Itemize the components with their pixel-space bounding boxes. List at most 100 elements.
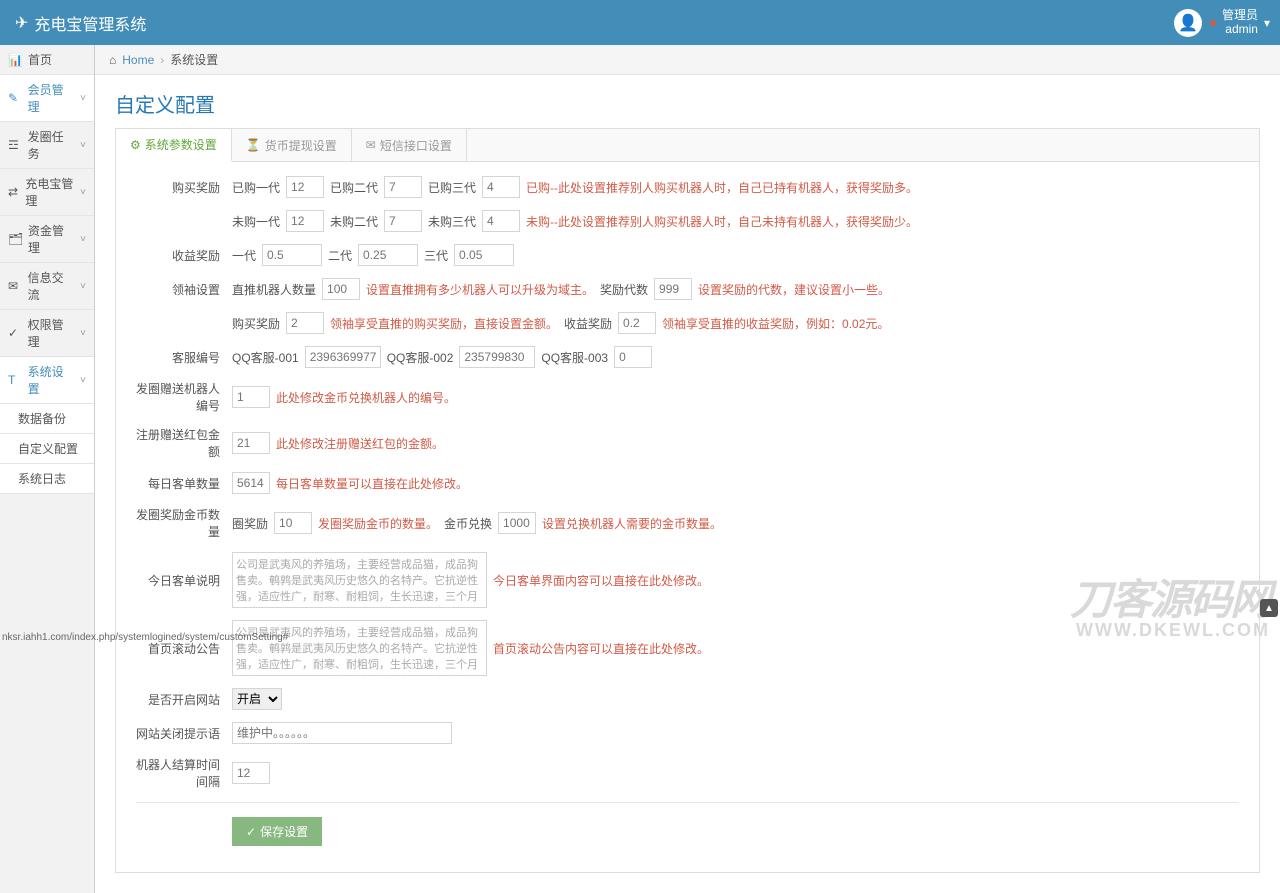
lbl: QQ客服-003 [541, 349, 608, 366]
label-qq: 客服编号 [136, 349, 226, 366]
nav-permission[interactable]: ✓权限管理˅ [0, 310, 94, 357]
label-daily-orders: 每日客单数量 [136, 475, 226, 492]
nav-label: 发圈任务 [28, 128, 75, 162]
sidebar: 📊首页 ✎会员管理˅ ☲发圈任务˅ ⇄充电宝管理˅ 🗂资金管理˅ ✉信息交流˅ … [0, 45, 95, 893]
input-profit-g3[interactable] [454, 244, 514, 266]
hint: 未购--此处设置推荐别人购买机器人时，自己未持有机器人，获得奖励少。 [526, 213, 918, 230]
input-circle-reward[interactable] [274, 512, 312, 534]
tab-label: 系统参数设置 [145, 136, 217, 153]
input-notbought-gen1[interactable] [286, 210, 324, 232]
hint: 领袖享受直推的收益奖励，例如：0.02元。 [662, 315, 889, 332]
input-leader-direct[interactable] [322, 278, 360, 300]
nav-system[interactable]: T系统设置˅ [0, 357, 94, 404]
subnav-custom-config[interactable]: 自定义配置 [0, 434, 94, 464]
input-profit-g1[interactable] [262, 244, 322, 266]
chevron-down-icon: ˅ [80, 93, 86, 104]
input-bought-gen2[interactable] [384, 176, 422, 198]
caret-down-icon: ▾ [1264, 16, 1270, 30]
hint: 此处修改注册赠送红包的金额。 [276, 435, 444, 452]
scroll-top-button[interactable]: ▲ [1260, 599, 1278, 617]
hint: 今日客单界面内容可以直接在此处修改。 [493, 572, 709, 589]
status-url: nksr.iahh1.com/index.php/systemlogined/s… [2, 632, 288, 643]
input-close-hint[interactable] [232, 722, 452, 744]
user-menu[interactable]: 👤 管理员 admin ▾ [1174, 9, 1270, 37]
label-settle-interval: 机器人结算时间间隔 [136, 756, 226, 790]
tab-label: 短信接口设置 [380, 137, 452, 154]
lbl: 一代 [232, 247, 256, 264]
input-leader-gen[interactable] [654, 278, 692, 300]
breadcrumb: ⌂ Home › 系统设置 [95, 45, 1280, 75]
shuffle-icon: ⇄ [8, 185, 19, 199]
label-buy-reward: 购买奖励 [136, 179, 226, 196]
input-qq3[interactable] [614, 346, 652, 368]
lbl: 未购二代 [330, 213, 378, 230]
nav-member[interactable]: ✎会员管理˅ [0, 75, 94, 122]
input-leader-profit[interactable] [618, 312, 656, 334]
check-icon: ✓ [246, 825, 256, 839]
lbl: 奖励代数 [600, 281, 648, 298]
nav-circle-task[interactable]: ☲发圈任务˅ [0, 122, 94, 169]
breadcrumb-home[interactable]: Home [122, 53, 154, 67]
label-close-hint: 网站关闭提示语 [136, 725, 226, 742]
input-notbought-gen2[interactable] [384, 210, 422, 232]
brand-text: 充电宝管理系统 [34, 11, 146, 35]
nav-label: 系统设置 [28, 363, 75, 397]
textarea-scroll-notice[interactable]: 公司是武夷风的养殖场，主要经营成品猫，成品狗售卖。鹌鹑是武夷风历史悠久的名特产。… [232, 620, 487, 676]
chevron-down-icon: ˅ [80, 234, 86, 245]
lbl: 已购三代 [428, 179, 476, 196]
nav-powerbank[interactable]: ⇄充电宝管理˅ [0, 169, 94, 216]
subnav-log[interactable]: 系统日志 [0, 464, 94, 494]
input-qq2[interactable] [459, 346, 535, 368]
home-icon: ⌂ [109, 53, 116, 67]
input-daily-orders[interactable] [232, 472, 270, 494]
select-site-open[interactable]: 开启 [232, 688, 282, 710]
nav-label: 数据备份 [18, 410, 66, 427]
input-gift-robot[interactable] [232, 386, 270, 408]
nav-home[interactable]: 📊首页 [0, 45, 94, 75]
input-qq1[interactable] [305, 346, 381, 368]
input-bought-gen1[interactable] [286, 176, 324, 198]
brand-icon: ✈ [15, 13, 28, 33]
hint: 领袖享受直推的购买奖励，直接设置金额。 [330, 315, 558, 332]
hint: 此处修改金币兑换机器人的编号。 [276, 389, 456, 406]
tab-label: 货币提现设置 [265, 137, 337, 154]
chevron-down-icon: ˅ [80, 328, 86, 339]
panel: ⚙系统参数设置 ⏳货币提现设置 ✉短信接口设置 购买奖励 已购一代 已购二代 已… [115, 128, 1260, 873]
text-icon: T [8, 373, 22, 387]
label-site-open: 是否开启网站 [136, 691, 226, 708]
nav-label: 自定义配置 [18, 440, 78, 457]
nav-label: 信息交流 [28, 269, 75, 303]
breadcrumb-sep: › [160, 53, 164, 67]
hint: 设置奖励的代数，建议设置小一些。 [698, 281, 890, 298]
input-reg-red[interactable] [232, 432, 270, 454]
input-bought-gen3[interactable] [482, 176, 520, 198]
input-settle-interval[interactable] [232, 762, 270, 784]
label-profit-reward: 收益奖励 [136, 247, 226, 264]
nav-funds[interactable]: 🗂资金管理˅ [0, 216, 94, 263]
nav-messages[interactable]: ✉信息交流˅ [0, 263, 94, 310]
lbl: 三代 [424, 247, 448, 264]
tab-system-params[interactable]: ⚙系统参数设置 [116, 129, 232, 162]
label-today-note: 今日客单说明 [136, 572, 226, 589]
tab-sms[interactable]: ✉短信接口设置 [352, 129, 467, 161]
label-reg-red: 注册赠送红包金额 [136, 426, 226, 460]
input-profit-g2[interactable] [358, 244, 418, 266]
input-coin-exchange[interactable] [498, 512, 536, 534]
lbl: 二代 [328, 247, 352, 264]
user-role: 管理员 [1222, 9, 1258, 22]
lbl: 已购一代 [232, 179, 280, 196]
avatar-icon: 👤 [1174, 9, 1202, 37]
btn-label: 保存设置 [260, 823, 308, 840]
textarea-today-note[interactable]: 公司是武夷风的养殖场，主要经营成品猫，成品狗售卖。鹌鹑是武夷风历史悠久的名特产。… [232, 552, 487, 608]
input-leader-buy[interactable] [286, 312, 324, 334]
notification-dot [1210, 20, 1216, 26]
input-notbought-gen3[interactable] [482, 210, 520, 232]
save-button[interactable]: ✓ 保存设置 [232, 817, 322, 846]
lbl: QQ客服-002 [387, 349, 454, 366]
tab-currency[interactable]: ⏳ 货币提现设置 [232, 129, 352, 161]
subnav-backup[interactable]: 数据备份 [0, 404, 94, 434]
label-circle-coin: 发圈奖励金币数量 [136, 506, 226, 540]
divider [136, 802, 1239, 803]
hourglass-icon: ⏳ [246, 138, 261, 152]
chevron-down-icon: ˅ [80, 187, 86, 198]
